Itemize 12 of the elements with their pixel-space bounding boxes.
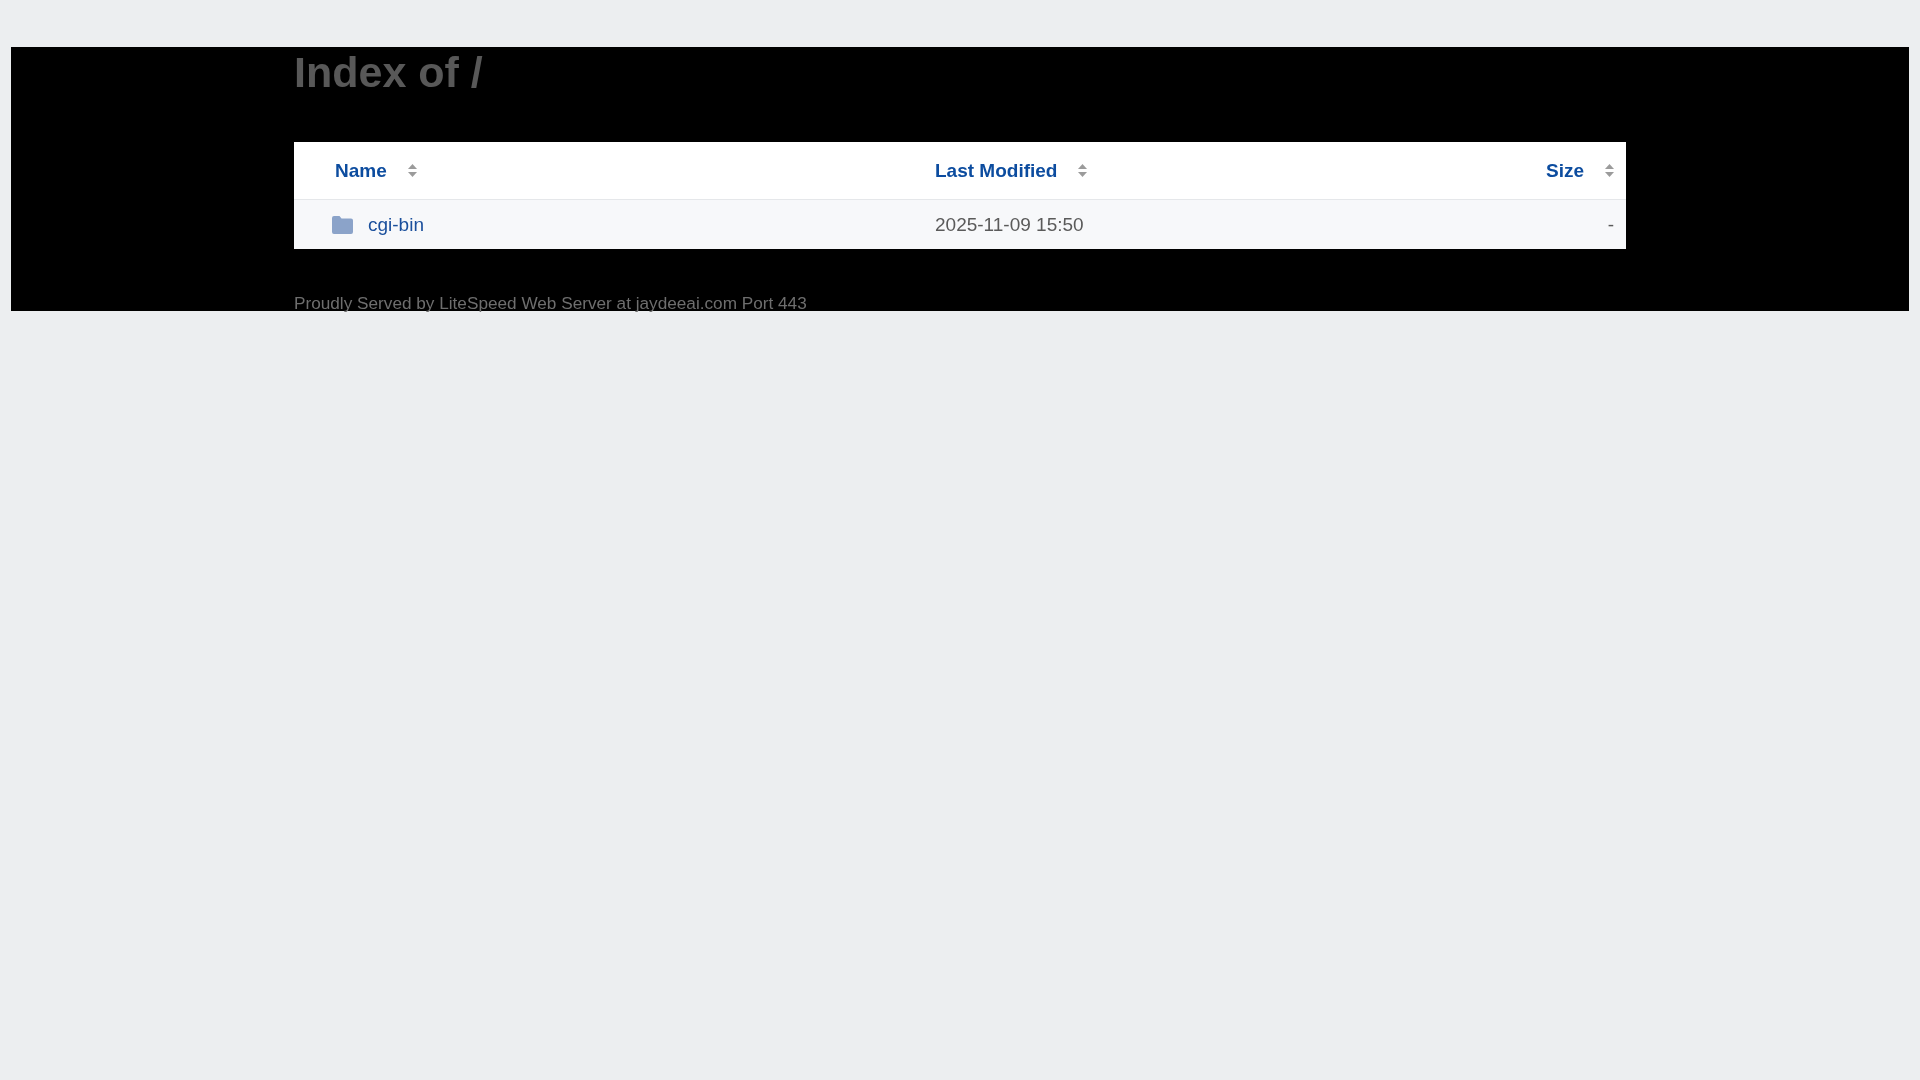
sort-icon (407, 164, 417, 177)
sort-icon (1605, 164, 1614, 177)
sort-link[interactable]: Name (335, 159, 387, 182)
sort-icon (1078, 164, 1088, 177)
folder-link[interactable]: cgi-bin (368, 213, 424, 236)
modified-date-text: 2025-11-09 15:50 (935, 213, 1084, 236)
sort-link[interactable]: Last Modified (935, 159, 1058, 182)
size-text: - (1607, 213, 1614, 236)
sort-link[interactable]: Size (1545, 159, 1584, 182)
page-title: Index of / (294, 51, 483, 94)
folder-icon (332, 215, 353, 234)
server-footer-text: Proudly Served by LiteSpeed Web Server at jaydeeai.com Port 443 (294, 295, 807, 311)
